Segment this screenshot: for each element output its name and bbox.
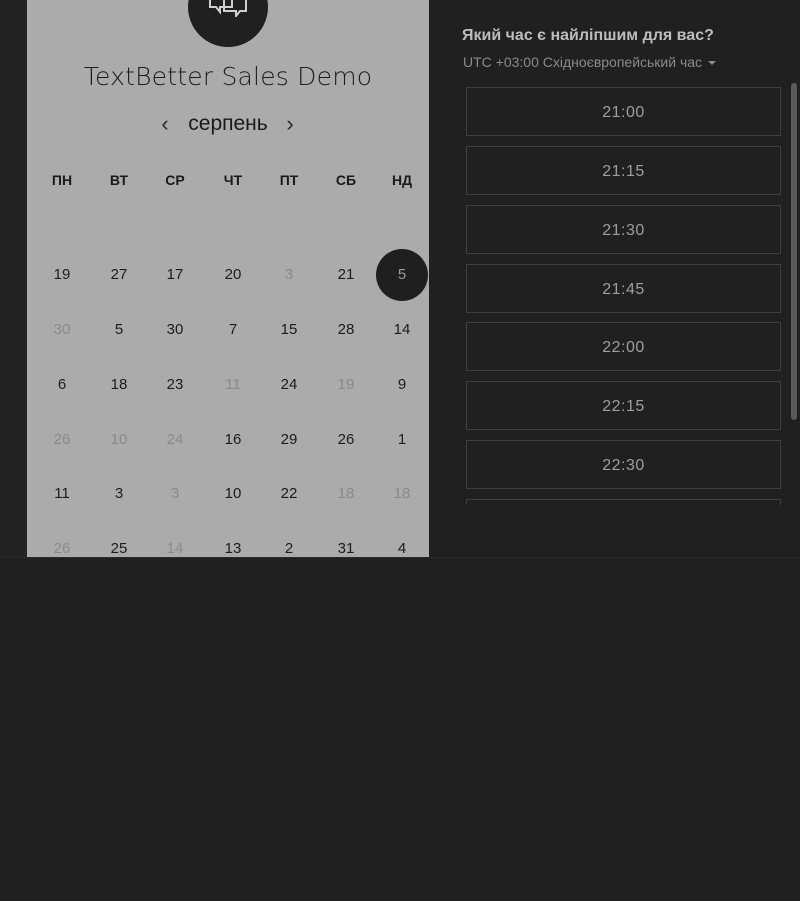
- calendar-day[interactable]: 11: [37, 469, 87, 519]
- weekday-label: НД: [391, 172, 413, 188]
- calendar-day[interactable]: 9: [377, 360, 427, 410]
- calendar-day[interactable]: 28: [321, 305, 371, 355]
- calendar-day: 11: [225, 376, 241, 393]
- calendar-day[interactable]: 27: [94, 250, 144, 300]
- calendar-day: 18: [337, 485, 355, 502]
- time-slot-button[interactable]: 21:00: [466, 87, 781, 136]
- weekday-label: ПН: [51, 172, 73, 188]
- calendar-day[interactable]: 22: [264, 469, 314, 519]
- calendar-day[interactable]: 10: [208, 469, 258, 519]
- calendar-day[interactable]: 26: [321, 415, 371, 465]
- caret-down-icon: [708, 61, 717, 66]
- calendar-day: 18: [393, 485, 411, 502]
- event-logo: [188, 0, 268, 47]
- weekday-label: СР: [165, 172, 185, 188]
- time-slot-button[interactable]: 22:00: [466, 322, 781, 372]
- calendar-day: 30: [53, 321, 71, 338]
- timezone-label: UTC +03:00 Східноєвропейський час: [463, 54, 703, 70]
- chevron-left-icon[interactable]: ‹: [155, 112, 175, 136]
- time-slot-scrollbar[interactable]: [791, 83, 797, 420]
- calendar-panel: TextBetter Sales Demo ‹ серпень › ПН ВТ СР…: [27, 0, 429, 557]
- calendar-day: 26: [53, 540, 71, 557]
- calendar-day: 3: [284, 266, 294, 283]
- weekday-header: ПН ВТ СР ЧТ ПТ СБ НД: [27, 172, 429, 190]
- calendar-day[interactable]: 5: [94, 305, 144, 355]
- calendar-day[interactable]: 7: [208, 305, 258, 355]
- time-slot-button[interactable]: 22:45: [466, 498, 781, 505]
- calendar-day[interactable]: 31: [321, 524, 371, 557]
- time-question-heading: Який час є найліпшим для вас?: [462, 27, 714, 44]
- calendar-day[interactable]: 13: [208, 524, 258, 557]
- chevron-right-icon[interactable]: ›: [280, 112, 300, 136]
- calendar-day[interactable]: 30: [150, 305, 200, 355]
- weekday-label: ПТ: [279, 172, 299, 188]
- timezone-selector[interactable]: UTC +03:00 Східноєвропейський час: [463, 54, 717, 70]
- left-edge-strip: [0, 0, 27, 557]
- calendar-day[interactable]: 16: [208, 415, 258, 465]
- calendar-day: 10: [110, 431, 128, 448]
- calendar-day: 26: [53, 431, 71, 448]
- calendar-day: 3: [170, 485, 180, 502]
- time-slot-button[interactable]: 22:15: [466, 381, 781, 431]
- calendar-day[interactable]: 23: [150, 360, 200, 410]
- weekday-label: ЧТ: [223, 172, 243, 188]
- time-slot-button[interactable]: 22:30: [466, 440, 781, 490]
- month-navigation: ‹ серпень ›: [27, 110, 429, 140]
- calendar-day[interactable]: 15: [264, 305, 314, 355]
- calendar-day[interactable]: 1: [377, 415, 427, 465]
- calendar-day[interactable]: 24: [264, 360, 314, 410]
- calendar-day[interactable]: 25: [94, 524, 144, 557]
- time-slot-list: 21:00 21:15 21:30 21:45 22:00 22:15 22:30 22:45: [466, 87, 783, 505]
- calendar-day[interactable]: 14: [377, 305, 427, 355]
- month-label: серпень: [188, 112, 268, 135]
- weekday-label: СБ: [335, 172, 357, 188]
- time-slot-button[interactable]: 21:30: [466, 204, 781, 254]
- calendar-day-selected[interactable]: 5: [376, 249, 428, 301]
- calendar-day[interactable]: 19: [37, 250, 87, 300]
- chat-bubbles-icon: [209, 0, 247, 17]
- time-slot-button[interactable]: 21:15: [466, 145, 781, 195]
- calendar-day[interactable]: 2: [264, 524, 314, 557]
- calendar-day[interactable]: 21: [321, 250, 371, 300]
- calendar-day[interactable]: 17: [150, 250, 200, 300]
- calendar-day: 14: [166, 540, 184, 557]
- calendar-day: 24: [166, 431, 184, 448]
- empty-lower-area: [0, 557, 800, 901]
- calendar-day[interactable]: 29: [264, 415, 314, 465]
- calendar-day[interactable]: 6: [37, 360, 87, 410]
- weekday-label: ВТ: [109, 172, 129, 188]
- calendar-day[interactable]: 4: [377, 524, 427, 557]
- calendar-day: 19: [337, 376, 355, 393]
- time-slot-button[interactable]: 21:45: [466, 263, 781, 313]
- calendar-day[interactable]: 18: [94, 360, 144, 410]
- calendar-day[interactable]: 20: [208, 250, 258, 300]
- event-title: TextBetter Sales Demo: [83, 62, 373, 91]
- calendar-day[interactable]: 3: [94, 469, 144, 519]
